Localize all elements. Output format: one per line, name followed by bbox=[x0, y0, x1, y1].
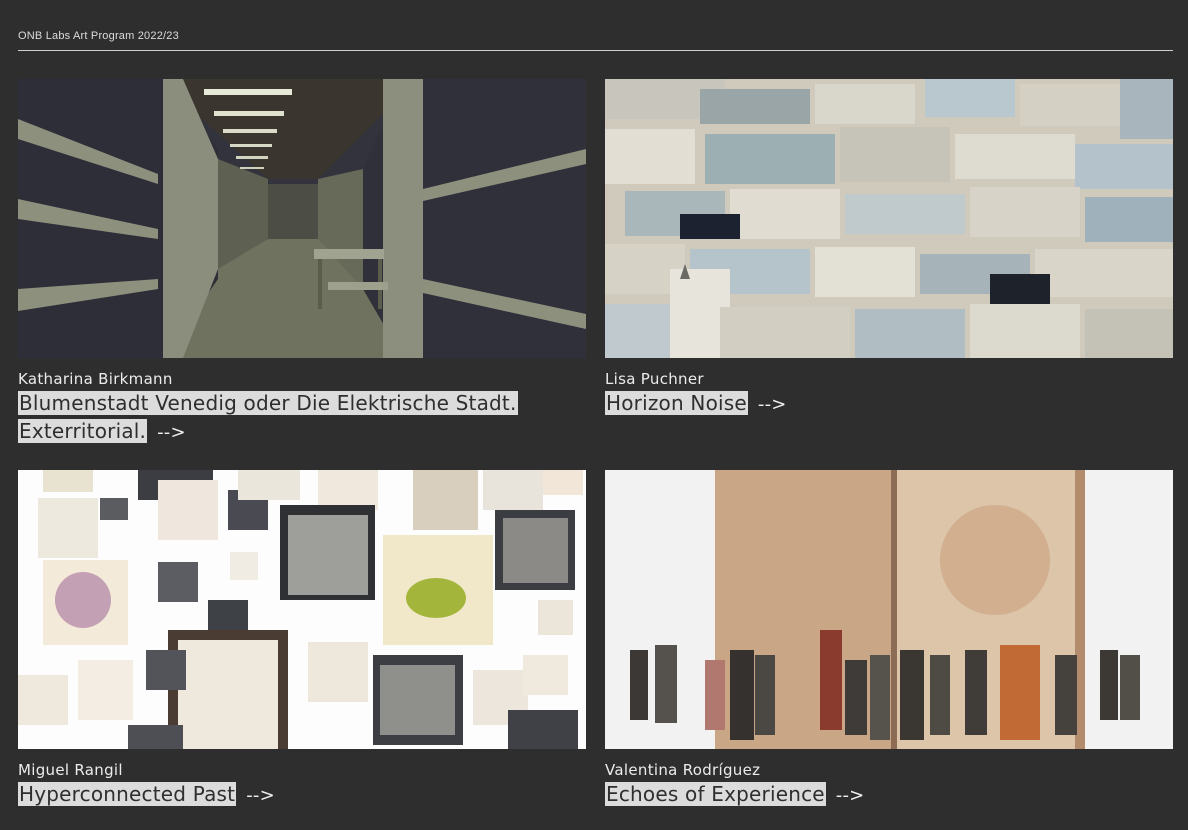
project-title-link[interactable]: Blumenstadt Venedig oder Die Elektrische… bbox=[18, 391, 518, 443]
project-title-line: Blumenstadt Venedig oder Die Elektrische… bbox=[18, 389, 586, 447]
artist-name: Katharina Birkmann bbox=[18, 370, 173, 388]
project-title-line: Horizon Noise --> bbox=[605, 389, 1173, 419]
project-grid: Katharina Birkmann Blumenstadt Venedig o… bbox=[18, 79, 1173, 830]
project-card-birkmann: Katharina Birkmann Blumenstadt Venedig o… bbox=[18, 79, 586, 470]
artist-name: Lisa Puchner bbox=[605, 370, 704, 388]
project-title-link[interactable]: Hyperconnected Past bbox=[18, 782, 237, 806]
project-arrow-link[interactable]: --> bbox=[836, 785, 865, 806]
project-title-line: Echoes of Experience --> bbox=[605, 780, 1173, 810]
artist-name: Miguel Rangil bbox=[18, 761, 123, 779]
project-image-archive-corridor[interactable] bbox=[18, 79, 586, 358]
program-header: ONB Labs Art Program 2022/23 bbox=[18, 30, 1173, 51]
project-card-puchner: Lisa Puchner Horizon Noise --> bbox=[605, 79, 1173, 470]
project-image-horizon-collage[interactable] bbox=[605, 79, 1173, 358]
project-card-rodriguez: Valentina Rodríguez Echoes of Experience… bbox=[605, 470, 1173, 830]
project-title-line: Hyperconnected Past --> bbox=[18, 780, 586, 810]
project-arrow-link[interactable]: --> bbox=[246, 785, 275, 806]
project-arrow-link[interactable]: --> bbox=[157, 422, 186, 443]
horizon-collage-image bbox=[605, 79, 1173, 358]
project-image-archive-grid[interactable] bbox=[18, 470, 586, 749]
project-image-book-collage[interactable] bbox=[605, 470, 1173, 749]
project-card-rangil: Miguel Rangil Hyperconnected Past --> bbox=[18, 470, 586, 830]
archive-grid-image bbox=[18, 470, 586, 749]
project-title-link[interactable]: Horizon Noise bbox=[605, 391, 748, 415]
project-title-link[interactable]: Echoes of Experience bbox=[605, 782, 826, 806]
archive-corridor-image bbox=[18, 79, 586, 358]
book-collage-image bbox=[605, 470, 1173, 749]
project-arrow-link[interactable]: --> bbox=[758, 394, 787, 415]
artist-name: Valentina Rodríguez bbox=[605, 761, 761, 779]
